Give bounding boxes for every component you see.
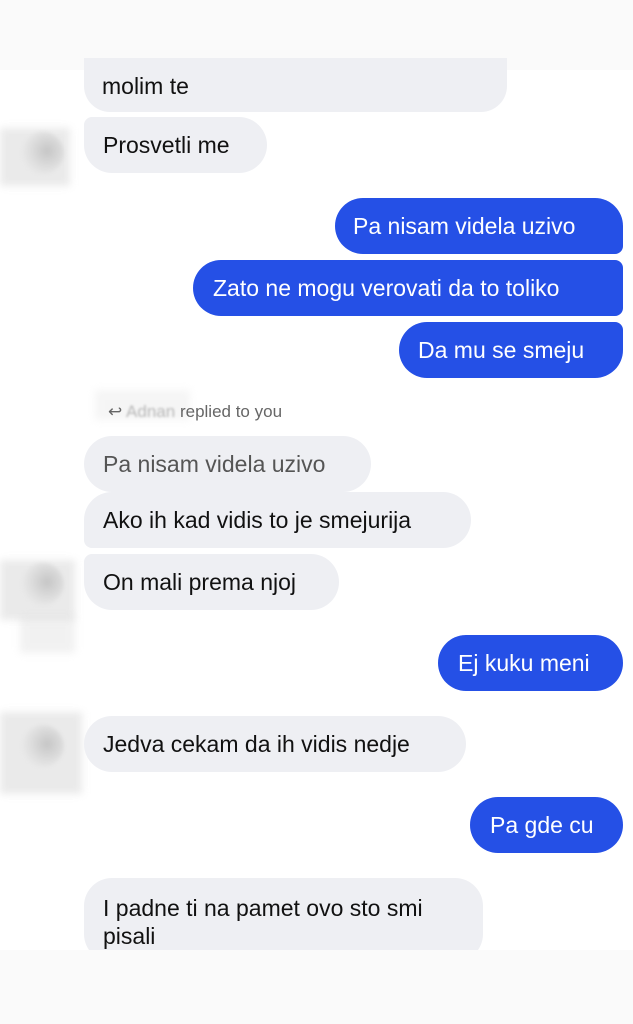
reply-sender-name: Adnan <box>126 402 176 421</box>
avatar[interactable] <box>22 132 64 174</box>
reply-arrow-icon: ↩ <box>108 402 123 421</box>
message-outgoing[interactable]: Zato ne mogu verovati da to toliko <box>193 260 623 316</box>
bottom-fade <box>0 950 633 1024</box>
message-incoming[interactable]: Prosvetli me <box>84 117 267 173</box>
avatar[interactable] <box>22 725 64 767</box>
message-outgoing[interactable]: Pa gde cu <box>470 797 623 853</box>
avatar[interactable] <box>22 563 64 605</box>
message-incoming[interactable]: Ako ih kad vidis to je smejurija <box>84 492 471 548</box>
message-outgoing[interactable]: Pa nisam videla uzivo <box>335 198 623 254</box>
avatar-blur <box>20 615 75 653</box>
quoted-message[interactable]: Pa nisam videla uzivo <box>84 436 371 492</box>
message-outgoing[interactable]: Ej kuku meni <box>438 635 623 691</box>
message-outgoing[interactable]: Da mu se smeju <box>399 322 623 378</box>
message-incoming[interactable]: Jedva cekam da ih vidis nedje <box>84 716 466 772</box>
reply-text: replied to you <box>179 402 283 421</box>
reply-label: ↩ Adnan replied to you <box>108 402 282 422</box>
message-incoming[interactable]: On mali prema njoj <box>84 554 339 610</box>
message-incoming[interactable]: molim te <box>84 58 507 112</box>
